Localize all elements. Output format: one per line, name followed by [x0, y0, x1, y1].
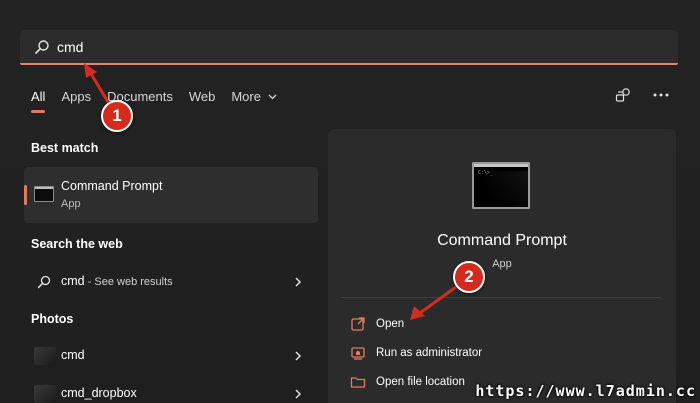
command-prompt-icon: C:\>_	[472, 162, 530, 209]
tab-web[interactable]: Web	[189, 89, 216, 107]
search-icon	[35, 40, 49, 54]
photo-item[interactable]: cmd	[24, 340, 318, 372]
action-label: Run as administrator	[376, 347, 483, 359]
filter-tabs: All Apps Documents Web More	[31, 89, 293, 113]
tab-more[interactable]: More	[231, 89, 277, 107]
open-external-icon	[351, 317, 365, 331]
chevron-down-icon	[268, 94, 277, 100]
web-result-item[interactable]: cmd - See web results	[24, 266, 318, 298]
photos-heading: Photos	[31, 312, 74, 326]
selection-indicator	[24, 185, 27, 205]
tab-label: All	[31, 89, 46, 104]
action-label: Open file location	[376, 376, 465, 388]
preview-subtitle: App	[492, 258, 512, 270]
photo-item[interactable]: cmd_dropbox	[24, 378, 318, 403]
folder-icon	[350, 377, 366, 388]
watermark: https://www.l7admin.cc	[475, 382, 696, 400]
chevron-right-icon	[295, 351, 302, 361]
web-query: cmd	[61, 274, 85, 288]
tab-apps[interactable]: Apps	[61, 89, 91, 107]
web-result-suffix: - See web results	[84, 276, 173, 288]
open-file-location-action[interactable]: Open file location	[350, 372, 465, 392]
search-box[interactable]	[20, 30, 678, 65]
search-web-heading: Search the web	[31, 237, 123, 251]
callout-badge-2: 2	[453, 261, 485, 293]
shield-admin-icon	[351, 347, 365, 360]
web-result-label: cmd - See web results	[61, 274, 173, 288]
photo-thumbnail	[34, 385, 56, 403]
run-as-admin-action[interactable]: Run as administrator	[350, 343, 482, 363]
best-match-item[interactable]: Command Prompt App	[24, 167, 318, 223]
search-input[interactable]	[57, 30, 617, 63]
tab-label: More	[231, 89, 261, 104]
photo-thumbnail	[34, 347, 56, 365]
top-right-actions	[614, 86, 670, 104]
preview-title: Command Prompt	[437, 232, 567, 249]
callout-badge-1: 1	[101, 100, 133, 132]
preview-panel: C:\>_ Command Prompt App Open Run as adm…	[328, 129, 676, 403]
more-options-icon[interactable]	[652, 86, 670, 104]
chevron-right-icon	[295, 389, 302, 399]
tab-label: Web	[188, 89, 216, 104]
share-device-icon[interactable]	[614, 86, 632, 104]
best-match-subtitle: App	[61, 198, 81, 210]
command-prompt-icon	[34, 186, 54, 202]
chevron-right-icon	[295, 277, 302, 287]
active-tab-indicator	[31, 110, 45, 113]
photo-label: cmd	[61, 348, 85, 362]
divider	[341, 297, 661, 298]
prompt-glyph: C:\>_	[478, 170, 494, 176]
tab-label: Apps	[61, 89, 92, 104]
photo-label: cmd_dropbox	[61, 386, 137, 400]
best-match-title: Command Prompt	[61, 179, 163, 193]
best-match-heading: Best match	[31, 141, 99, 155]
open-action[interactable]: Open	[350, 314, 404, 334]
start-menu-search: All Apps Documents Web More	[0, 0, 700, 403]
action-label: Open	[376, 318, 405, 330]
search-icon	[37, 275, 51, 289]
tab-all[interactable]: All	[31, 89, 46, 113]
